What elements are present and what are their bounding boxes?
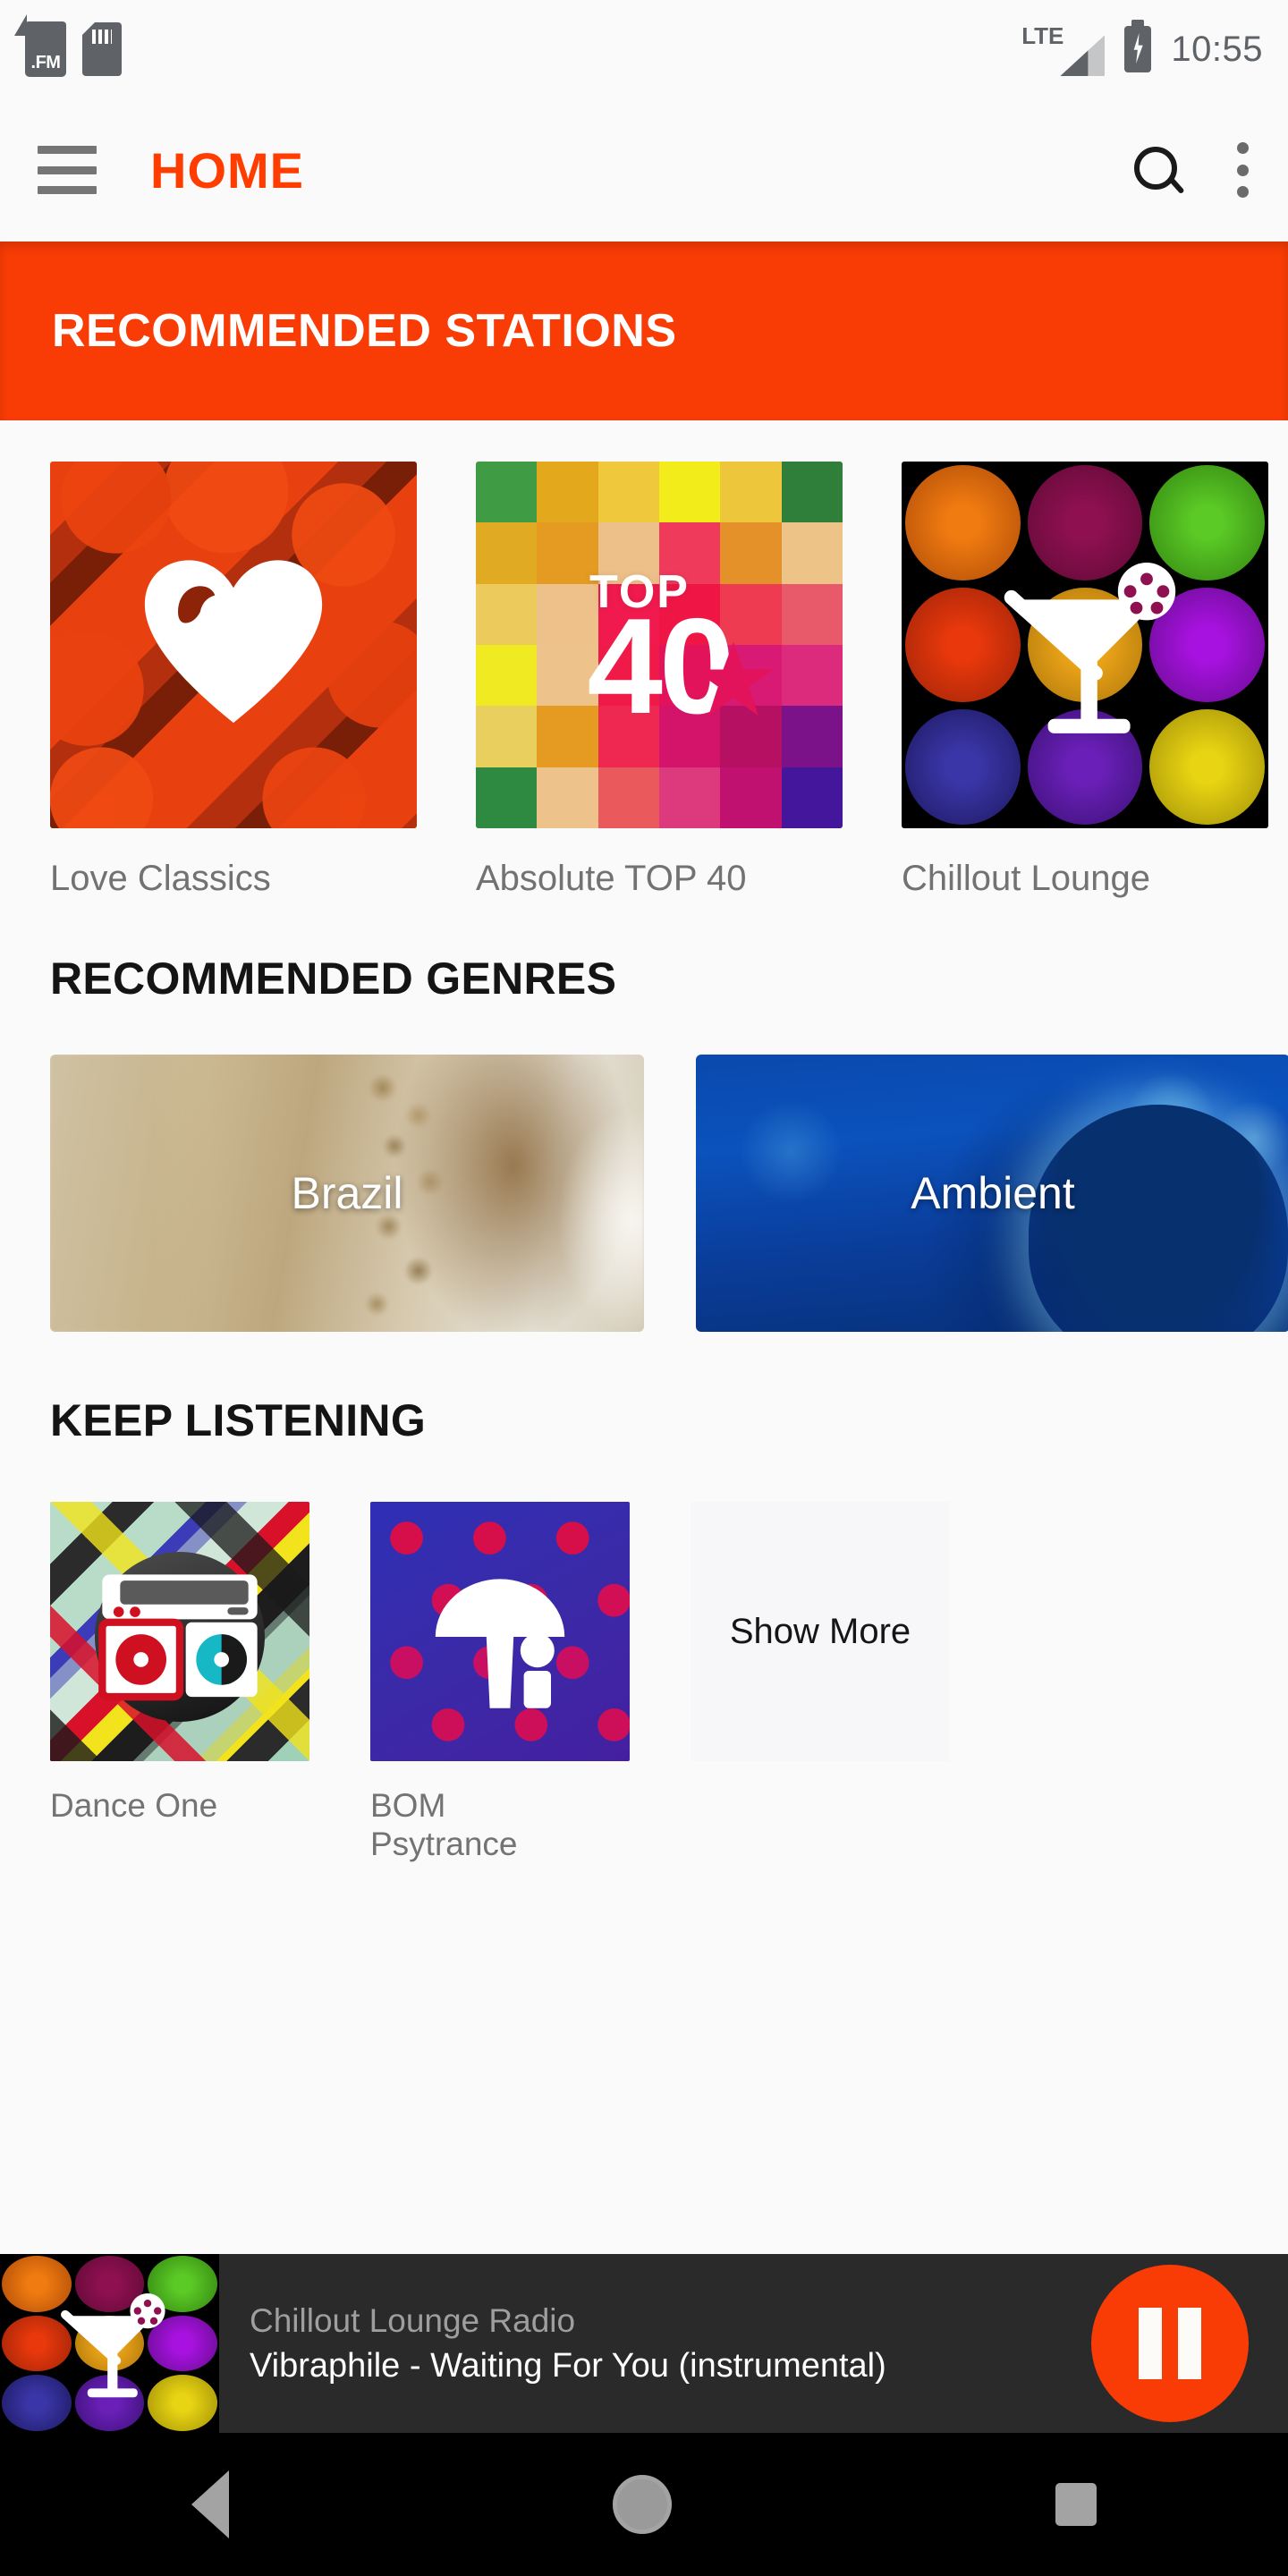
stations-row[interactable]: Love Classics TOP 40 Absolute TOP 40 Chi…: [0, 462, 1288, 899]
pause-icon-bar-right: [1178, 2308, 1201, 2379]
search-icon[interactable]: [1132, 145, 1182, 195]
show-more-button[interactable]: Show More: [691, 1502, 950, 1761]
recommended-stations-banner: RECOMMENDED STATIONS: [0, 242, 1288, 420]
station-label: Absolute TOP 40: [476, 859, 747, 898]
genre-label: Brazil: [291, 1168, 403, 1218]
now-playing-text[interactable]: Chillout Lounge Radio Vibraphile - Waiti…: [219, 2301, 1091, 2387]
top40-label-group: TOP 40: [476, 462, 843, 828]
now-playing-track: Vibraphile - Waiting For You (instrument…: [250, 2346, 886, 2385]
keep-listening-title: KEEP LISTENING: [50, 1395, 427, 1445]
station-card-absolute-top-40[interactable]: TOP 40 Absolute TOP 40: [476, 462, 843, 899]
genre-card-brazil[interactable]: Brazil: [50, 1055, 644, 1332]
cocktail-glass-icon: [60, 2293, 165, 2398]
genre-label: Ambient: [911, 1168, 1075, 1218]
battery-charging-icon: [1124, 26, 1152, 72]
boombox-artwork: [50, 1502, 309, 1761]
keep-listening-section: KEEP LISTENING Dance One BOM Psytrance S…: [0, 1332, 1288, 1864]
network-type-label: LTE: [1021, 22, 1064, 49]
recents-square-icon[interactable]: [1055, 2483, 1097, 2526]
fm-logo-icon: .FM: [14, 14, 66, 77]
genres-row[interactable]: Brazil Ambient: [0, 1055, 1288, 1332]
genre-card-ambient[interactable]: Ambient: [696, 1055, 1288, 1332]
keep-listening-item-dance-one[interactable]: Dance One: [50, 1502, 309, 1825]
status-bar: .FM LTE 10:55: [0, 0, 1288, 98]
page-title: HOME: [150, 141, 304, 199]
app-screen: .FM LTE 10:55 HOME RECOMMENDED STATIONS: [0, 0, 1288, 2576]
pause-button[interactable]: [1091, 2265, 1249, 2422]
top40-artwork: TOP 40: [476, 462, 843, 828]
station-label: Love Classics: [50, 859, 271, 898]
cocktail-glass-icon: [1004, 563, 1176, 733]
recommended-stations-section: Love Classics TOP 40 Absolute TOP 40 Chi…: [0, 420, 1288, 931]
station-card-chillout-lounge[interactable]: Chillout Lounge: [902, 462, 1268, 899]
boombox-icon: [98, 1574, 258, 1701]
app-bar: HOME: [0, 98, 1288, 242]
signal-bars-icon: [1060, 35, 1105, 76]
overflow-menu-icon[interactable]: [1234, 142, 1250, 198]
hamburger-menu-icon[interactable]: [38, 146, 97, 194]
station-label: Chillout Lounge: [902, 859, 1150, 898]
keep-listening-row[interactable]: Dance One BOM Psytrance Show More: [0, 1502, 1288, 1864]
keep-listening-label: Dance One: [50, 1787, 218, 1824]
keep-listening-label: BOM Psytrance: [370, 1787, 518, 1863]
status-system-icons: LTE 10:55: [1021, 22, 1263, 76]
pause-icon-bar-left: [1139, 2308, 1162, 2379]
network-indicator: LTE: [1021, 22, 1105, 76]
mushroom-icon: [435, 1579, 565, 1708]
status-clock: 10:55: [1171, 29, 1263, 69]
heart-artwork: [50, 462, 417, 828]
genres-section-title: RECOMMENDED GENRES: [50, 953, 617, 1004]
keep-listening-show-more[interactable]: Show More: [691, 1502, 950, 1761]
android-navigation-bar: [0, 2433, 1288, 2576]
cocktail-artwork: [902, 462, 1268, 828]
now-playing-bar[interactable]: Chillout Lounge Radio Vibraphile - Waiti…: [0, 2254, 1288, 2433]
now-playing-station: Chillout Lounge Radio: [250, 2301, 576, 2339]
station-card-love-classics[interactable]: Love Classics: [50, 462, 417, 899]
status-notifications: .FM: [14, 14, 122, 77]
home-circle-icon[interactable]: [612, 2475, 672, 2534]
sim-card-icon: [82, 22, 122, 76]
heart-icon: [144, 560, 323, 724]
mushroom-artwork: [370, 1502, 630, 1761]
back-triangle-icon[interactable]: [191, 2470, 230, 2538]
banner-title: RECOMMENDED STATIONS: [52, 305, 677, 357]
app-bar-actions: [1132, 142, 1250, 198]
star-icon: [693, 641, 774, 716]
keep-listening-item-bom-psytrance[interactable]: BOM Psytrance: [370, 1502, 630, 1864]
now-playing-artwork[interactable]: [0, 2254, 219, 2433]
recommended-genres-section: RECOMMENDED GENRES Brazil Ambient: [0, 931, 1288, 1332]
fm-logo-text: .FM: [30, 53, 61, 72]
